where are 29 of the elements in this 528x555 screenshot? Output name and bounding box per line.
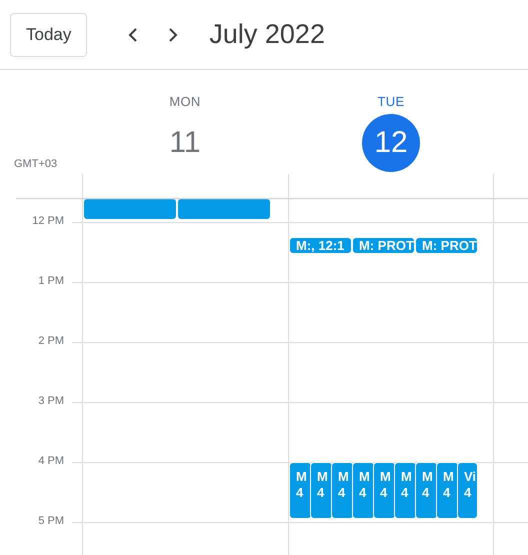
- weekday-label: MON: [169, 93, 201, 111]
- event-chip[interactable]: M 4: [415, 462, 438, 519]
- hour-label: 4 PM: [38, 456, 64, 467]
- month-title: July 2022: [209, 18, 325, 52]
- timezone-label: GMT+03: [14, 157, 58, 172]
- event-chip[interactable]: Vi 4: [457, 462, 478, 519]
- event-chip[interactable]: [177, 198, 271, 220]
- event-chip[interactable]: M 4: [289, 462, 312, 519]
- event-chip[interactable]: [83, 198, 177, 220]
- event-chip[interactable]: M 4: [394, 462, 417, 519]
- event-chip[interactable]: M 4: [331, 462, 354, 519]
- hour-label: 5 PM: [38, 516, 64, 527]
- event-chip[interactable]: M 4: [436, 462, 459, 519]
- date-button[interactable]: 12: [362, 114, 420, 172]
- event-chip[interactable]: M 4: [310, 462, 333, 519]
- event-chip[interactable]: M 4: [373, 462, 396, 519]
- chevron-right-icon: [168, 26, 178, 42]
- chevron-left-icon: [128, 26, 138, 42]
- hour-label: 12 PM: [32, 216, 64, 227]
- hour-label: 2 PM: [38, 336, 64, 347]
- date-button[interactable]: 11: [156, 114, 214, 172]
- event-chip[interactable]: M: PROT: [415, 237, 478, 254]
- event-chip[interactable]: M 4: [352, 462, 375, 519]
- event-chip[interactable]: M: PROT: [352, 237, 415, 254]
- hour-label: 3 PM: [38, 396, 64, 407]
- today-button[interactable]: Today: [10, 12, 88, 56]
- weekday-label: TUE: [378, 93, 404, 111]
- hour-label: 1 PM: [38, 276, 64, 287]
- event-chip[interactable]: M:, 12:1: [289, 237, 352, 254]
